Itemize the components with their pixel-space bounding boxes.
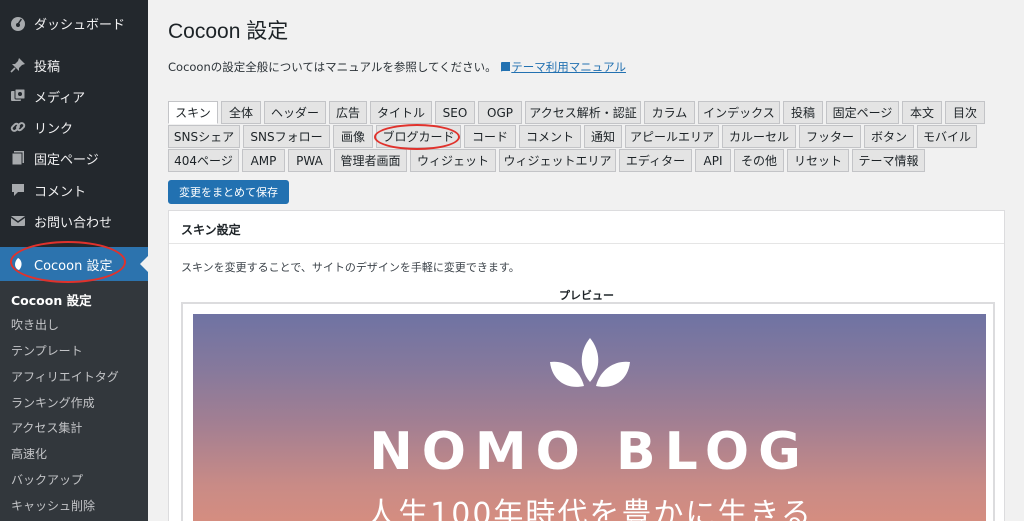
tab-widget[interactable]: ウィジェット — [410, 149, 496, 172]
tab-toc[interactable]: 目次 — [945, 101, 985, 124]
submenu-item-template[interactable]: テンプレート — [11, 342, 83, 359]
divider — [169, 243, 1004, 244]
submenu-item-balloon[interactable]: 吹き出し — [11, 316, 59, 333]
tab-fixed-page[interactable]: 固定ページ — [826, 101, 899, 124]
link-icon — [8, 119, 28, 135]
tab-image[interactable]: 画像 — [333, 125, 373, 148]
intro-sentence: Cocoonの設定全般についてはマニュアルを参照してください。 — [168, 60, 497, 74]
tab-appeal-area[interactable]: アピールエリア — [625, 125, 719, 148]
pin-icon — [8, 57, 28, 73]
skin-settings-panel: スキン設定 スキンを変更することで、サイトのデザインを手軽に変更できます。 プレ… — [168, 210, 1005, 521]
admin-sidebar: ダッシュボード 投稿 メディア リンク 固定ページ コメント お問い合わせ Co… — [0, 0, 148, 521]
sidebar-item-dashboard[interactable]: ダッシュボード — [0, 8, 148, 38]
tab-ads[interactable]: 広告 — [329, 101, 367, 124]
sidebar-item-label: Cocoon 設定 — [34, 258, 113, 274]
sidebar-item-media[interactable]: メディア — [0, 81, 148, 111]
cocoon-icon — [8, 257, 28, 271]
active-indicator — [140, 256, 148, 272]
sidebar-item-links[interactable]: リンク — [0, 112, 148, 142]
sidebar-item-cocoon-settings[interactable]: Cocoon 設定 — [0, 247, 148, 281]
page-icon — [8, 150, 28, 166]
save-all-button[interactable]: 変更をまとめて保存 — [168, 180, 289, 204]
intro-text: Cocoonの設定全般についてはマニュアルを参照してください。 テーマ利用マニュ… — [168, 59, 626, 76]
sidebar-item-label: リンク — [34, 121, 74, 137]
tab-widget-area[interactable]: ウィジェットエリア — [499, 149, 616, 172]
sidebar-submenu: Cocoon 設定 吹き出し テンプレート アフィリエイトタグ ランキング作成 … — [0, 281, 148, 521]
sidebar-item-comments[interactable]: コメント — [0, 175, 148, 205]
tab-ogp[interactable]: OGP — [478, 101, 522, 124]
tab-post[interactable]: 投稿 — [783, 101, 823, 124]
page-title: Cocoon 設定 — [168, 20, 289, 43]
tab-admin-screen[interactable]: 管理者画面 — [334, 149, 407, 172]
comment-icon — [8, 182, 28, 198]
tab-seo[interactable]: SEO — [435, 101, 475, 124]
manual-link-label: テーマ利用マニュアル — [511, 60, 626, 74]
tab-carousel[interactable]: カルーセル — [722, 125, 796, 148]
sidebar-item-label: ダッシュボード — [34, 17, 126, 33]
sidebar-item-label: メディア — [34, 90, 86, 106]
tab-column[interactable]: カラム — [644, 101, 695, 124]
tab-editor[interactable]: エディター — [619, 149, 692, 172]
blog-logo-icon — [550, 338, 630, 387]
tab-footer[interactable]: フッター — [799, 125, 861, 148]
tab-title[interactable]: タイトル — [370, 101, 432, 124]
sidebar-item-posts[interactable]: 投稿 — [0, 50, 148, 80]
mail-icon — [8, 213, 28, 229]
tab-notice[interactable]: 通知 — [584, 125, 622, 148]
sidebar-item-label: 投稿 — [34, 59, 61, 75]
sidebar-item-pages[interactable]: 固定ページ — [0, 143, 148, 173]
tab-reset[interactable]: リセット — [787, 149, 849, 172]
sidebar-item-label: 固定ページ — [34, 152, 99, 168]
tab-api[interactable]: API — [695, 149, 731, 172]
sidebar-item-label: コメント — [34, 184, 87, 200]
tab-other[interactable]: その他 — [734, 149, 784, 172]
tab-index[interactable]: インデックス — [698, 101, 780, 124]
tab-skin[interactable]: スキン — [168, 101, 218, 124]
book-icon — [500, 61, 511, 76]
tab-amp[interactable]: AMP — [242, 149, 285, 172]
tab-body[interactable]: 本文 — [902, 101, 942, 124]
tab-404[interactable]: 404ページ — [168, 149, 239, 172]
dashboard-icon — [8, 15, 28, 31]
tab-pwa[interactable]: PWA — [288, 149, 331, 172]
submenu-item-cocoon-settings[interactable]: Cocoon 設定 — [11, 290, 92, 309]
tab-code[interactable]: コード — [464, 125, 516, 148]
skin-preview-image: NOMO BLOG 人生100年時代を豊かに生きる — [193, 314, 986, 521]
tab-button[interactable]: ボタン — [864, 125, 914, 148]
preview-label: プレビュー — [559, 289, 614, 302]
media-icon — [8, 88, 28, 104]
tab-general[interactable]: 全体 — [221, 101, 261, 124]
manual-link[interactable]: テーマ利用マニュアル — [500, 60, 626, 74]
submenu-item-speedup[interactable]: 高速化 — [11, 445, 47, 462]
panel-title: スキン設定 — [181, 223, 241, 237]
submenu-item-cache-clear[interactable]: キャッシュ削除 — [11, 497, 95, 514]
tab-theme-info[interactable]: テーマ情報 — [852, 149, 925, 172]
submenu-item-affiliate-tag[interactable]: アフィリエイトタグ — [11, 368, 119, 385]
preview-frame: NOMO BLOG 人生100年時代を豊かに生きる — [181, 302, 995, 521]
tab-sns-share[interactable]: SNSシェア — [168, 125, 240, 148]
tab-mobile[interactable]: モバイル — [917, 125, 977, 148]
tab-analytics[interactable]: アクセス解析・認証 — [525, 101, 641, 124]
tab-sns-follow[interactable]: SNSフォロー — [243, 125, 330, 148]
sidebar-item-contact[interactable]: お問い合わせ — [0, 206, 148, 236]
panel-description: スキンを変更することで、サイトのデザインを手軽に変更できます。 — [181, 261, 520, 274]
submenu-item-backup[interactable]: バックアップ — [11, 471, 83, 488]
tab-comment[interactable]: コメント — [519, 125, 581, 148]
sidebar-item-label: お問い合わせ — [34, 215, 113, 231]
tab-header[interactable]: ヘッダー — [264, 101, 326, 124]
submenu-item-ranking[interactable]: ランキング作成 — [11, 394, 95, 411]
preview-tagline: 人生100年時代を豊かに生きる — [366, 497, 813, 521]
tab-blogcard[interactable]: ブログカード — [376, 125, 461, 148]
submenu-item-access[interactable]: アクセス集計 — [11, 419, 82, 436]
preview-blog-title: NOMO BLOG — [369, 422, 810, 482]
